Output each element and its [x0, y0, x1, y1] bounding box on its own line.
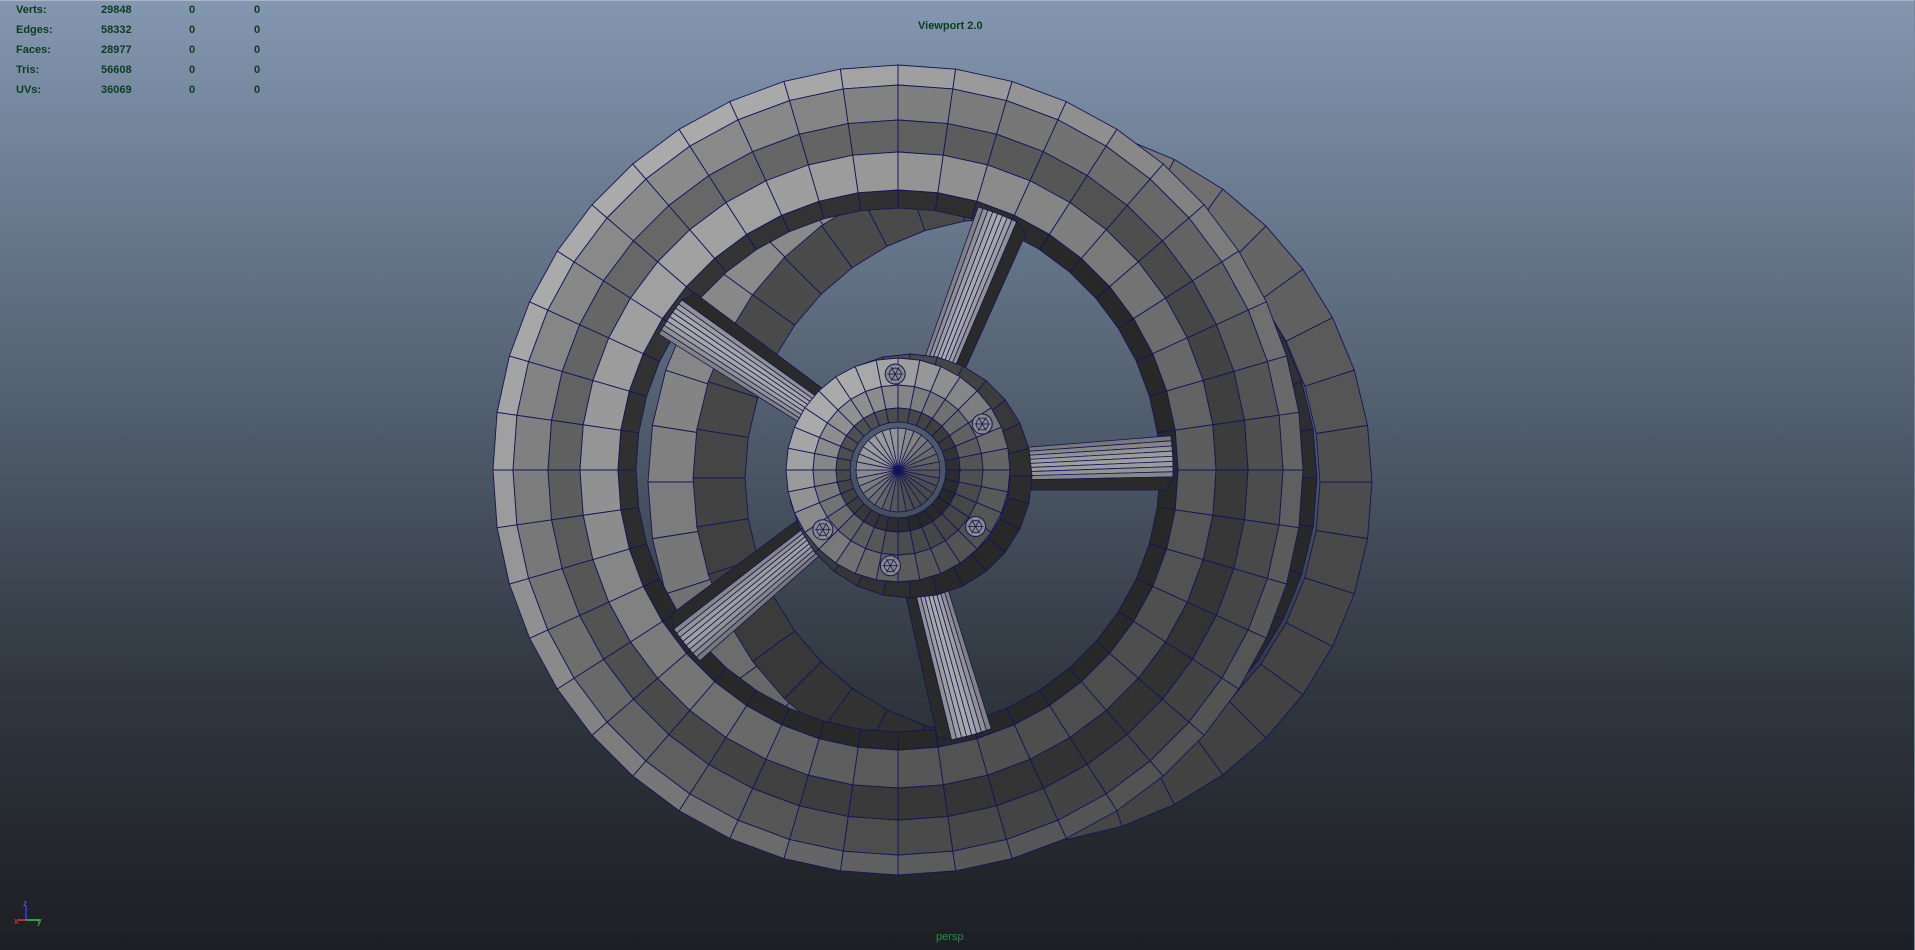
rim-back-face — [1315, 481, 1373, 540]
wheel-mesh-viewport[interactable] — [0, 0, 1915, 950]
rim-outer-face — [1243, 469, 1284, 526]
axis-gizmo-icon: z x y — [14, 900, 42, 926]
rim-groove-face — [1212, 469, 1249, 521]
lug-nut — [879, 555, 901, 577]
wheel-hub[interactable] — [785, 353, 1033, 599]
rim-barrel-face — [579, 469, 622, 516]
axis-x-label: x — [14, 916, 19, 926]
rim-groove-face — [897, 784, 949, 821]
rim-back-inner-face — [692, 428, 749, 479]
rim-outer-face — [842, 815, 899, 856]
rim-outer-face — [897, 815, 954, 856]
rim-inner-shadow-face — [897, 189, 939, 212]
rim-groove-face — [1212, 419, 1249, 471]
rim-barrel-face — [897, 746, 944, 789]
rim-outer-face — [1243, 414, 1284, 471]
rim-barrel-face — [852, 151, 899, 194]
rim-back-inner-face — [692, 477, 749, 528]
rim-outer-face — [512, 414, 553, 471]
lug-nut — [965, 516, 987, 538]
rim-groove-face — [847, 119, 899, 156]
rim-barrel-face — [1174, 424, 1217, 471]
rim-outer-face — [842, 84, 899, 125]
rim-outer-face — [897, 84, 954, 125]
axis-z-label: z — [23, 900, 27, 908]
rim-inner-shadow-face — [857, 189, 899, 212]
lug-nut — [812, 519, 834, 541]
rim-barrel-face — [1174, 469, 1217, 516]
rim-barrel-face — [579, 424, 622, 471]
rim-inner-shadow-face — [617, 429, 640, 471]
rim-groove-face — [847, 784, 899, 821]
lug-nut — [884, 363, 906, 385]
rim-inner-shadow-face — [617, 469, 640, 511]
rim-groove-face — [547, 419, 584, 471]
axis-y-label: y — [37, 916, 42, 926]
rim-barrel-face — [897, 151, 944, 194]
rim-barrel-face — [852, 746, 899, 789]
camera-name-label: persp — [936, 931, 964, 943]
lug-nut — [971, 413, 993, 435]
rim-inner-shadow-face — [897, 728, 939, 751]
rim-groove-face — [547, 469, 584, 521]
rim-groove-face — [897, 119, 949, 156]
hub-back-face — [1007, 448, 1033, 477]
rim-back-face — [1315, 424, 1373, 483]
rim-inner-shadow-face — [857, 728, 899, 751]
rim-outer-face — [512, 469, 553, 526]
